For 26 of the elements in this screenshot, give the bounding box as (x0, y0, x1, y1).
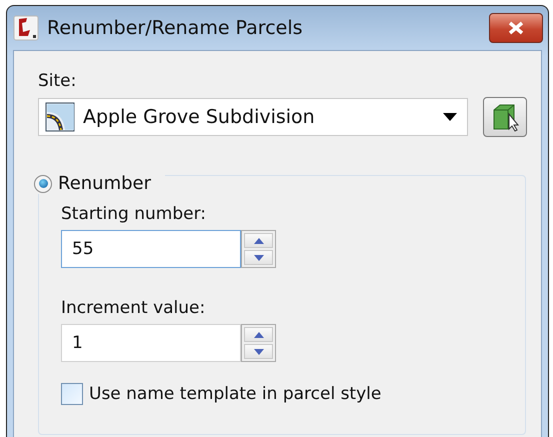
down-arrow-icon (254, 348, 264, 354)
spinner[interactable] (241, 230, 276, 268)
spin-up-button[interactable] (244, 233, 273, 248)
spinner[interactable] (241, 324, 276, 362)
down-arrow-icon (254, 254, 264, 260)
site-icon (45, 102, 75, 132)
spin-down-button[interactable] (244, 250, 273, 265)
field-label: Starting number: (61, 204, 207, 224)
spin-down-button[interactable] (244, 344, 273, 359)
field-label: Increment value: (61, 298, 206, 318)
close-icon (507, 21, 525, 35)
checkbox-label: Use name template in parcel style (89, 384, 382, 404)
spin-up-button[interactable] (244, 327, 273, 342)
number-input[interactable]: 1 (61, 324, 241, 362)
site-label: Site: (38, 71, 78, 91)
checkbox[interactable] (61, 383, 83, 405)
dropdown-arrow-icon (443, 113, 457, 121)
window-title: Renumber/Rename Parcels (47, 17, 304, 39)
site-dropdown[interactable]: Apple Grove Subdivision (38, 98, 468, 136)
renumber-radio[interactable]: Renumber (34, 173, 166, 194)
up-arrow-icon (254, 238, 264, 244)
close-button[interactable] (489, 13, 543, 43)
number-input[interactable]: 55 (61, 230, 241, 268)
pick-from-drawing-button[interactable] (483, 97, 527, 137)
up-arrow-icon (254, 332, 264, 338)
app-icon (13, 15, 39, 41)
